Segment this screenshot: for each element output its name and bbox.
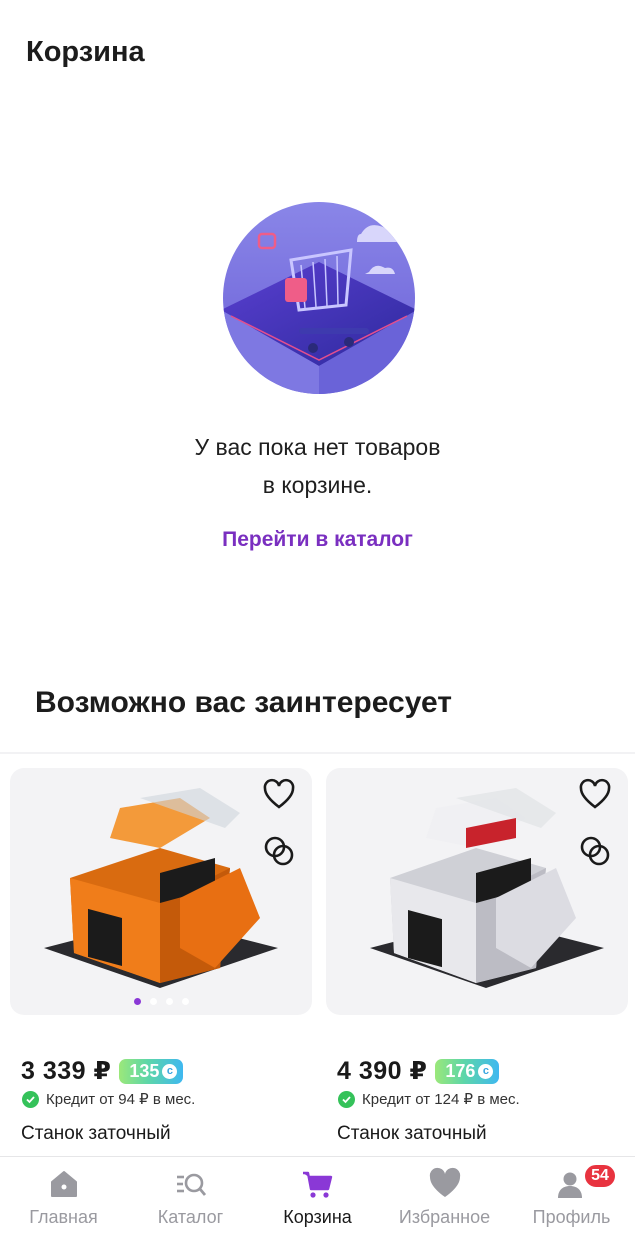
tab-cart[interactable]: Корзина <box>254 1157 381 1259</box>
pagination-dot[interactable] <box>149 998 157 1005</box>
product-price-row: 4 390 ₽ 176 c <box>337 1056 500 1086</box>
credit-text: Кредит от 94 ₽ в мес. <box>46 1091 196 1108</box>
empty-cart-illustration <box>223 202 415 394</box>
heart-icon <box>429 1167 460 1197</box>
bonus-coin-icon: c <box>162 1063 178 1079</box>
pagination-dot[interactable] <box>181 998 189 1005</box>
favorite-heart-icon[interactable] <box>578 778 612 812</box>
bonus-badge: 176 c <box>435 1058 500 1084</box>
compare-icon[interactable] <box>578 834 612 868</box>
section-divider <box>0 752 635 754</box>
product-card[interactable] <box>10 768 312 1015</box>
tab-label: Профиль <box>532 1207 611 1227</box>
credit-check-icon <box>338 1090 355 1108</box>
image-pagination-dots <box>10 998 312 1005</box>
bonus-coin-icon: c <box>478 1063 494 1079</box>
empty-cart-message: У вас пока нет товаров в корзине. <box>0 428 635 504</box>
pagination-dot[interactable] <box>165 998 173 1005</box>
credit-info: Кредит от 94 ₽ в мес. <box>22 1090 195 1108</box>
empty-cart-message-line1: У вас пока нет товаров <box>194 434 441 460</box>
bonus-amount: 176 <box>445 1060 476 1081</box>
tab-label: Избранное <box>398 1207 491 1227</box>
product-name[interactable]: Станок заточный <box>21 1123 171 1145</box>
tab-label: Каталог <box>157 1207 224 1227</box>
tab-profile[interactable]: 54 Профиль <box>508 1157 635 1259</box>
credit-text: Кредит от 124 ₽ в мес. <box>362 1091 520 1108</box>
home-icon <box>50 1171 77 1197</box>
product-card[interactable] <box>326 768 628 1015</box>
tab-label: Корзина <box>283 1207 352 1227</box>
product-price-row: 3 339 ₽ 135 c <box>21 1056 184 1086</box>
bottom-tab-bar: Главная Каталог Корзина Избранное 54 Про… <box>0 1156 635 1259</box>
tab-catalog[interactable]: Каталог <box>127 1157 254 1259</box>
empty-cart-message-line2: в корзине. <box>262 472 373 498</box>
product-price: 3 339 ₽ <box>21 1057 112 1085</box>
product-image[interactable] <box>326 768 628 1015</box>
favorite-heart-icon[interactable] <box>262 778 296 812</box>
product-name[interactable]: Станок заточный <box>337 1123 487 1145</box>
credit-info: Кредит от 124 ₽ в мес. <box>338 1090 520 1108</box>
compare-icon[interactable] <box>262 834 296 868</box>
go-to-catalog-link[interactable]: Перейти в каталог <box>0 528 635 552</box>
product-image[interactable] <box>10 768 312 1015</box>
cart-icon <box>302 1171 332 1198</box>
bonus-badge: 135 c <box>119 1058 184 1084</box>
product-price: 4 390 ₽ <box>337 1057 428 1085</box>
page-title: Корзина <box>26 36 145 68</box>
tab-favorites[interactable]: Избранное <box>381 1157 508 1259</box>
bonus-amount: 135 <box>129 1060 160 1081</box>
notification-badge: 54 <box>583 1163 617 1189</box>
tab-label: Главная <box>29 1207 98 1227</box>
pagination-dot[interactable] <box>133 998 141 1005</box>
tab-home[interactable]: Главная <box>0 1157 127 1259</box>
recommendations-title: Возможно вас заинтересует <box>35 686 452 719</box>
catalog-search-icon <box>176 1173 206 1196</box>
credit-check-icon <box>22 1090 39 1108</box>
